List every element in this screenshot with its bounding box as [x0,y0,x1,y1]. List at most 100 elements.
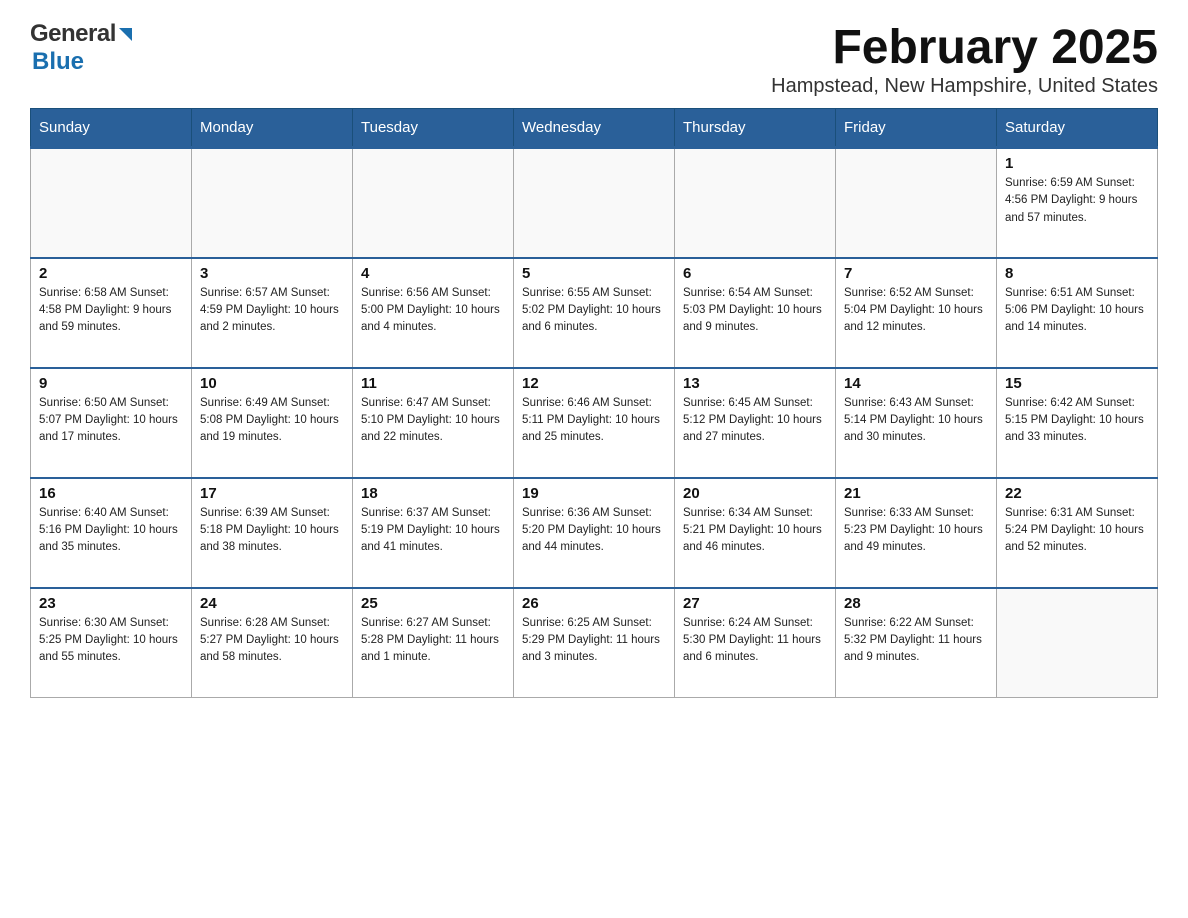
calendar-cell: 21Sunrise: 6:33 AM Sunset: 5:23 PM Dayli… [836,478,997,588]
day-number: 26 [522,595,666,612]
day-number: 14 [844,375,988,392]
calendar-cell: 7 Sunrise: 6:52 AM Sunset: 5:04 PM Daylig… [836,258,997,368]
day-info: Sunrise: 6:55 AM Sunset: 5:02 PM Dayligh… [522,285,666,337]
day-info: Sunrise: 6:45 AM Sunset: 5:12 PM Dayligh… [683,395,827,447]
day-info: Sunrise: 6:40 AM Sunset: 5:16 PM Dayligh… [39,505,183,557]
day-number: 18 [361,485,505,502]
calendar-cell: 10Sunrise: 6:49 AM Sunset: 5:08 PM Dayli… [192,368,353,478]
calendar-cell: 15 Sunrise: 6:42 AM Sunset: 5:15 PM Dayli… [997,368,1158,478]
weekday-header-saturday: Saturday [997,109,1158,148]
day-info: Sunrise: 6:42 AM Sunset: 5:15 PM Dayligh… [1005,395,1149,447]
day-info: Sunrise: 6:34 AM Sunset: 5:21 PM Dayligh… [683,505,827,557]
calendar-cell: 28Sunrise: 6:22 AM Sunset: 5:32 PM Dayli… [836,588,997,698]
day-info: Sunrise: 6:59 AM Sunset: 4:56 PM Dayligh… [1005,175,1149,227]
day-info: Sunrise: 6:54 AM Sunset: 5:03 PM Dayligh… [683,285,827,337]
day-info: Sunrise: 6:24 AM Sunset: 5:30 PM Dayligh… [683,615,827,667]
day-info: Sunrise: 6:47 AM Sunset: 5:10 PM Dayligh… [361,395,505,447]
day-info: Sunrise: 6:46 AM Sunset: 5:11 PM Dayligh… [522,395,666,447]
day-number: 13 [683,375,827,392]
calendar-cell: 24 Sunrise: 6:28 AM Sunset: 5:27 PM Dayli… [192,588,353,698]
calendar-cell: 23 Sunrise: 6:30 AM Sunset: 5:25 PM Dayli… [31,588,192,698]
day-number: 24 [200,595,344,612]
day-info: Sunrise: 6:31 AM Sunset: 5:24 PM Dayligh… [1005,505,1149,557]
calendar-cell: 12Sunrise: 6:46 AM Sunset: 5:11 PM Dayli… [514,368,675,478]
calendar-cell: 8 Sunrise: 6:51 AM Sunset: 5:06 PM Daylig… [997,258,1158,368]
calendar-cell [675,148,836,258]
day-info: Sunrise: 6:36 AM Sunset: 5:20 PM Dayligh… [522,505,666,557]
month-title: February 2025 [771,20,1158,75]
day-info: Sunrise: 6:25 AM Sunset: 5:29 PM Dayligh… [522,615,666,667]
day-info: Sunrise: 6:37 AM Sunset: 5:19 PM Dayligh… [361,505,505,557]
day-number: 17 [200,485,344,502]
calendar-cell: 3 Sunrise: 6:57 AM Sunset: 4:59 PM Daylig… [192,258,353,368]
day-info: Sunrise: 6:28 AM Sunset: 5:27 PM Dayligh… [200,615,344,667]
day-number: 4 [361,265,505,282]
logo-blue-text: Blue [32,48,84,76]
logo: General Blue [30,20,132,76]
calendar-cell [997,588,1158,698]
calendar-cell: 4 Sunrise: 6:56 AM Sunset: 5:00 PM Daylig… [353,258,514,368]
weekday-header-monday: Monday [192,109,353,148]
calendar-cell: 17 Sunrise: 6:39 AM Sunset: 5:18 PM Dayli… [192,478,353,588]
calendar-cell [353,148,514,258]
calendar-cell: 25Sunrise: 6:27 AM Sunset: 5:28 PM Dayli… [353,588,514,698]
day-number: 28 [844,595,988,612]
calendar-cell: 16 Sunrise: 6:40 AM Sunset: 5:16 PM Dayli… [31,478,192,588]
calendar-cell: 6 Sunrise: 6:54 AM Sunset: 5:03 PM Daylig… [675,258,836,368]
day-info: Sunrise: 6:58 AM Sunset: 4:58 PM Dayligh… [39,285,183,337]
week-row-3: 9 Sunrise: 6:50 AM Sunset: 5:07 PM Daylig… [31,368,1158,478]
calendar-cell: 13 Sunrise: 6:45 AM Sunset: 5:12 PM Dayli… [675,368,836,478]
calendar-cell: 27 Sunrise: 6:24 AM Sunset: 5:30 PM Dayli… [675,588,836,698]
calendar-cell [31,148,192,258]
weekday-header-row: SundayMondayTuesdayWednesdayThursdayFrid… [31,109,1158,148]
day-info: Sunrise: 6:50 AM Sunset: 5:07 PM Dayligh… [39,395,183,447]
day-info: Sunrise: 6:30 AM Sunset: 5:25 PM Dayligh… [39,615,183,667]
calendar-cell: 19 Sunrise: 6:36 AM Sunset: 5:20 PM Dayli… [514,478,675,588]
day-number: 23 [39,595,183,612]
week-row-4: 16 Sunrise: 6:40 AM Sunset: 5:16 PM Dayli… [31,478,1158,588]
calendar-cell [514,148,675,258]
calendar-cell: 9 Sunrise: 6:50 AM Sunset: 5:07 PM Daylig… [31,368,192,478]
week-row-5: 23 Sunrise: 6:30 AM Sunset: 5:25 PM Dayli… [31,588,1158,698]
day-number: 10 [200,375,344,392]
day-number: 16 [39,485,183,502]
title-area: February 2025 Hampstead, New Hampshire, … [771,20,1158,98]
day-number: 15 [1005,375,1149,392]
day-number: 3 [200,265,344,282]
day-number: 11 [361,375,505,392]
day-info: Sunrise: 6:52 AM Sunset: 5:04 PM Dayligh… [844,285,988,337]
calendar-cell: 22 Sunrise: 6:31 AM Sunset: 5:24 PM Dayli… [997,478,1158,588]
weekday-header-sunday: Sunday [31,109,192,148]
calendar-cell: 18 Sunrise: 6:37 AM Sunset: 5:19 PM Dayli… [353,478,514,588]
weekday-header-friday: Friday [836,109,997,148]
day-info: Sunrise: 6:51 AM Sunset: 5:06 PM Dayligh… [1005,285,1149,337]
day-number: 22 [1005,485,1149,502]
day-number: 27 [683,595,827,612]
day-info: Sunrise: 6:56 AM Sunset: 5:00 PM Dayligh… [361,285,505,337]
day-number: 21 [844,485,988,502]
day-number: 7 [844,265,988,282]
day-number: 8 [1005,265,1149,282]
weekday-header-tuesday: Tuesday [353,109,514,148]
day-info: Sunrise: 6:39 AM Sunset: 5:18 PM Dayligh… [200,505,344,557]
weekday-header-wednesday: Wednesday [514,109,675,148]
day-number: 1 [1005,155,1149,172]
header: General Blue February 2025 Hampstead, Ne… [30,20,1158,98]
weekday-header-thursday: Thursday [675,109,836,148]
week-row-1: 1 Sunrise: 6:59 AM Sunset: 4:56 PM Daylig… [31,148,1158,258]
calendar-cell: 5 Sunrise: 6:55 AM Sunset: 5:02 PM Daylig… [514,258,675,368]
day-number: 19 [522,485,666,502]
calendar-cell: 20 Sunrise: 6:34 AM Sunset: 5:21 PM Dayli… [675,478,836,588]
day-info: Sunrise: 6:57 AM Sunset: 4:59 PM Dayligh… [200,285,344,337]
day-number: 2 [39,265,183,282]
day-number: 6 [683,265,827,282]
day-number: 20 [683,485,827,502]
calendar-cell: 2 Sunrise: 6:58 AM Sunset: 4:58 PM Daylig… [31,258,192,368]
calendar-cell: 14Sunrise: 6:43 AM Sunset: 5:14 PM Dayli… [836,368,997,478]
calendar-cell: 11 Sunrise: 6:47 AM Sunset: 5:10 PM Dayli… [353,368,514,478]
day-number: 5 [522,265,666,282]
week-row-2: 2 Sunrise: 6:58 AM Sunset: 4:58 PM Daylig… [31,258,1158,368]
calendar-cell [836,148,997,258]
location-title: Hampstead, New Hampshire, United States [771,75,1158,98]
day-number: 9 [39,375,183,392]
